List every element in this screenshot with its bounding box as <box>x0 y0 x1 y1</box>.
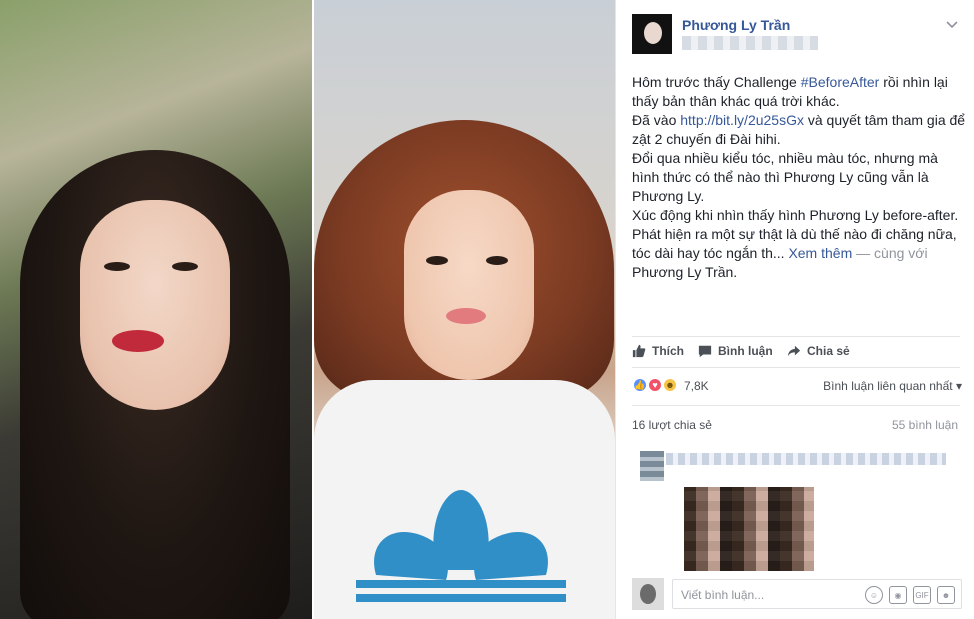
post-header: Phương Ly Trần <box>632 14 962 56</box>
love-reaction-icon[interactable]: ♥ <box>647 377 663 393</box>
comment-sort-dropdown[interactable]: Bình luận liên quan nhất ▾ <box>823 379 962 393</box>
hashtag-link[interactable]: #BeforeAfter <box>801 74 880 90</box>
body-text: Hôm trước thấy Challenge <box>632 74 801 90</box>
comment-composer: ☺ ◉ GIF ☻ <box>632 578 962 610</box>
with-text: — cùng với <box>852 245 928 261</box>
like-label: Thích <box>652 344 684 358</box>
reactions-count[interactable]: 7,8K <box>684 379 709 393</box>
comment-button[interactable]: Bình luận <box>698 344 773 358</box>
eye-shape <box>104 262 130 271</box>
eye-shape <box>486 256 508 265</box>
reactions-row: 👍 ♥ ☻ 7,8K Bình luận liên quan nhất ▾ <box>632 377 962 397</box>
comment-image-blurred[interactable] <box>684 487 814 571</box>
sticker-icon[interactable]: ☻ <box>937 586 955 604</box>
comment-label: Bình luận <box>718 344 773 358</box>
emoji-icon[interactable]: ☺ <box>865 586 883 604</box>
camera-icon[interactable]: ◉ <box>889 586 907 604</box>
divider <box>632 336 960 337</box>
avatar <box>632 578 664 610</box>
comment-box[interactable]: ☺ ◉ GIF ☻ <box>672 579 962 609</box>
composer-tools: ☺ ◉ GIF ☻ <box>865 586 955 604</box>
commenter-avatar-blurred[interactable] <box>640 451 664 481</box>
see-more-link[interactable]: Xem thêm <box>788 245 852 261</box>
share-button[interactable]: Chia sẻ <box>787 344 850 358</box>
face-shape <box>404 190 534 380</box>
divider <box>632 405 960 406</box>
avatar[interactable] <box>632 14 672 54</box>
post-body: Hôm trước thấy Challenge #BeforeAfter rồ… <box>632 73 967 282</box>
share-icon <box>787 345 801 357</box>
like-reaction-icon[interactable]: 👍 <box>632 377 648 393</box>
eye-shape <box>172 262 198 271</box>
comments-count[interactable]: 55 bình luận <box>892 418 958 432</box>
comment-text-blurred <box>666 453 946 465</box>
like-icon <box>632 344 646 358</box>
trefoil-logo-icon <box>356 490 566 602</box>
lips-shape <box>446 308 486 324</box>
action-bar: Thích Bình luận Chia sẻ <box>632 342 962 362</box>
tagged-person-link[interactable]: Phương Ly Trần. <box>632 264 737 280</box>
url-link[interactable]: http://bit.ly/2u25sGx <box>680 112 804 128</box>
like-button[interactable]: Thích <box>632 344 684 358</box>
sort-label: Bình luận liên quan nhất <box>823 379 953 393</box>
chevron-down-icon[interactable] <box>946 16 958 32</box>
caret-down-icon: ▾ <box>955 379 962 393</box>
post-panel: Phương Ly Trần Hôm trước thấy Challenge … <box>615 0 974 619</box>
gif-icon[interactable]: GIF <box>913 586 931 604</box>
lips-shape <box>112 330 164 352</box>
before-photo[interactable] <box>0 0 312 619</box>
comment-icon <box>698 345 712 358</box>
face-shape <box>80 200 230 410</box>
eye-shape <box>426 256 448 265</box>
haha-reaction-icon[interactable]: ☻ <box>662 377 678 393</box>
shares-count[interactable]: 16 lượt chia sẻ <box>632 418 712 432</box>
share-label: Chia sẻ <box>807 344 850 358</box>
body-text: Đã vào <box>632 112 681 128</box>
divider <box>632 367 960 368</box>
comment-input[interactable] <box>681 587 851 603</box>
comment-item <box>632 447 962 573</box>
author-name[interactable]: Phương Ly Trần <box>682 17 790 33</box>
after-photo[interactable] <box>314 0 615 619</box>
post-meta-blurred <box>682 36 818 50</box>
body-text: Đổi qua nhiều kiểu tóc, nhiều màu tóc, n… <box>632 150 938 204</box>
